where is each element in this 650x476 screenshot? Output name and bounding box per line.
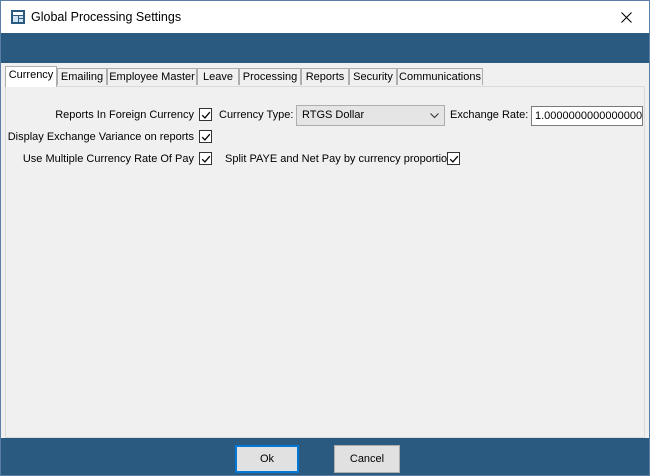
footer-bar: Ok Cancel <box>1 438 649 475</box>
tab-reports[interactable]: Reports <box>301 68 349 85</box>
reports-in-foreign-currency-label: Reports In Foreign Currency <box>55 109 194 121</box>
reports-in-foreign-currency-checkbox[interactable] <box>199 108 212 121</box>
currency-type-value: RTGS Dollar <box>302 109 365 121</box>
display-exchange-variance-label: Display Exchange Variance on reports <box>7 131 194 143</box>
tab-communications[interactable]: Communications <box>397 68 483 85</box>
ok-button[interactable]: Ok <box>235 445 299 473</box>
exchange-rate-input[interactable]: 1.0000000000000000000 <box>531 106 643 126</box>
tab-security[interactable]: Security <box>349 68 397 85</box>
currency-type-select[interactable]: RTGS Dollar <box>296 105 445 126</box>
cancel-button[interactable]: Cancel <box>334 445 400 473</box>
tab-emailing[interactable]: Emailing <box>57 68 107 85</box>
chevron-down-icon <box>430 113 439 119</box>
checkmark-icon <box>201 111 211 119</box>
tab-leave[interactable]: Leave <box>197 68 239 85</box>
exchange-rate-value: 1.0000000000000000000 <box>535 110 643 122</box>
window-title: Global Processing Settings <box>31 10 182 24</box>
split-paye-net-pay-checkbox[interactable] <box>447 152 460 165</box>
checkmark-icon <box>201 155 211 163</box>
close-icon <box>620 11 632 23</box>
header-band <box>1 33 649 63</box>
tab-employee-master[interactable]: Employee Master <box>107 68 197 85</box>
tab-processing[interactable]: Processing <box>239 68 301 85</box>
tab-currency[interactable]: Currency <box>5 66 57 87</box>
checkmark-icon <box>449 155 459 163</box>
close-button[interactable] <box>603 1 649 33</box>
dialog-window: Global Processing Settings Currency Emai… <box>0 0 650 476</box>
app-icon <box>11 10 25 24</box>
currency-type-label: Currency Type: <box>219 109 294 121</box>
use-multiple-currency-rate-checkbox[interactable] <box>199 152 212 165</box>
split-paye-net-pay-label: Split PAYE and Net Pay by currency propo… <box>225 153 454 165</box>
use-multiple-currency-rate-label: Use Multiple Currency Rate Of Pay <box>22 153 194 165</box>
exchange-rate-label: Exchange Rate: <box>450 109 529 121</box>
currency-panel: Reports In Foreign Currency Currency Typ… <box>5 86 645 438</box>
display-exchange-variance-checkbox[interactable] <box>199 130 212 143</box>
checkmark-icon <box>201 133 211 141</box>
tab-strip: Currency Emailing Employee Master Leave … <box>1 63 649 87</box>
title-bar: Global Processing Settings <box>1 1 649 33</box>
